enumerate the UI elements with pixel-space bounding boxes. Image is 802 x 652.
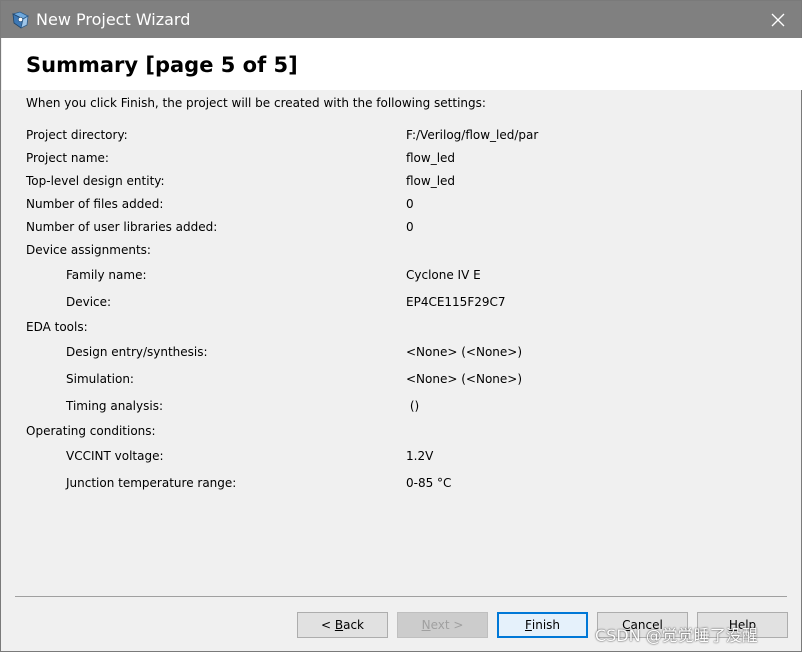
setting-label: Junction temperature range: bbox=[66, 476, 237, 490]
setting-row-files-added: Number of files added: 0 bbox=[26, 197, 786, 213]
close-icon bbox=[771, 13, 785, 26]
setting-row-project-directory: Project directory: F:/Verilog/flow_led/p… bbox=[26, 128, 786, 144]
setting-value: flow_led bbox=[406, 174, 456, 188]
setting-row-project-name: Project name: flow_led bbox=[26, 151, 786, 167]
button-prefix: < bbox=[320, 618, 335, 632]
summary-panel: When you click Finish, the project will … bbox=[2, 90, 802, 590]
close-button[interactable] bbox=[755, 1, 801, 38]
watermark-text: CSDN @觉觉睡了没醒 bbox=[595, 626, 758, 645]
back-button[interactable]: < Back bbox=[297, 612, 388, 638]
setting-value: 1.2V bbox=[406, 449, 434, 463]
setting-value: 0-85 °C bbox=[406, 476, 452, 490]
new-project-wizard-window: New Project Wizard Summary [page 5 of 5]… bbox=[0, 0, 802, 652]
wizard-header: Summary [page 5 of 5] bbox=[2, 38, 802, 90]
intro-text: When you click Finish, the project will … bbox=[26, 96, 486, 110]
setting-row-eda-tools: EDA tools: bbox=[26, 320, 786, 336]
setting-label: Top-level design entity: bbox=[26, 174, 165, 188]
setting-value: <None> (<None>) bbox=[406, 372, 523, 386]
setting-value: F:/Verilog/flow_led/par bbox=[406, 128, 539, 142]
setting-row-simulation: Simulation: <None> (<None>) bbox=[26, 372, 786, 388]
page-title: Summary [page 5 of 5] bbox=[26, 53, 298, 77]
setting-label: Design entry/synthesis: bbox=[66, 345, 208, 359]
setting-row-operating-conditions: Operating conditions: bbox=[26, 424, 786, 440]
setting-row-vccint-voltage: VCCINT voltage: 1.2V bbox=[26, 449, 786, 465]
setting-row-timing-analysis: Timing analysis: () bbox=[26, 399, 786, 415]
setting-label: VCCINT voltage: bbox=[66, 449, 164, 463]
setting-row-device: Device: EP4CE115F29C7 bbox=[26, 295, 786, 311]
setting-label: Simulation: bbox=[66, 372, 134, 386]
section-label: EDA tools: bbox=[26, 320, 88, 334]
setting-value: () bbox=[406, 399, 420, 413]
setting-label: Timing analysis: bbox=[66, 399, 163, 413]
setting-label: Device: bbox=[66, 295, 112, 309]
button-mnemonic: N bbox=[421, 618, 431, 632]
button-label: ack bbox=[343, 618, 364, 632]
button-label: inish bbox=[531, 618, 561, 632]
setting-value: flow_led bbox=[406, 151, 456, 165]
next-button[interactable]: Next > bbox=[397, 612, 488, 638]
footer-divider bbox=[15, 596, 787, 597]
setting-row-design-entry: Design entry/synthesis: <None> (<None>) bbox=[26, 345, 786, 361]
setting-value: EP4CE115F29C7 bbox=[406, 295, 506, 309]
setting-row-family-name: Family name: Cyclone IV E bbox=[26, 268, 786, 284]
setting-row-top-level-entity: Top-level design entity: flow_led bbox=[26, 174, 786, 190]
setting-row-device-assignments: Device assignments: bbox=[26, 243, 786, 259]
setting-value: 0 bbox=[406, 220, 414, 234]
setting-value: <None> (<None>) bbox=[406, 345, 523, 359]
button-mnemonic: F bbox=[524, 618, 532, 632]
section-label: Operating conditions: bbox=[26, 424, 156, 438]
setting-label: Project directory: bbox=[26, 128, 128, 142]
setting-label: Number of files added: bbox=[26, 197, 164, 211]
setting-value: Cyclone IV E bbox=[406, 268, 481, 282]
setting-label: Number of user libraries added: bbox=[26, 220, 218, 234]
button-label: ext > bbox=[430, 618, 464, 632]
window-title: New Project Wizard bbox=[36, 10, 191, 29]
button-mnemonic: B bbox=[334, 618, 344, 632]
setting-value: 0 bbox=[406, 197, 414, 211]
quartus-app-icon bbox=[11, 10, 31, 30]
setting-row-user-libraries: Number of user libraries added: 0 bbox=[26, 220, 786, 236]
setting-row-junction-temperature: Junction temperature range: 0-85 °C bbox=[26, 476, 786, 492]
setting-label: Project name: bbox=[26, 151, 109, 165]
setting-label: Family name: bbox=[66, 268, 147, 282]
title-bar[interactable]: New Project Wizard bbox=[1, 1, 801, 38]
section-label: Device assignments: bbox=[26, 243, 151, 257]
finish-button[interactable]: Finish bbox=[497, 612, 588, 638]
